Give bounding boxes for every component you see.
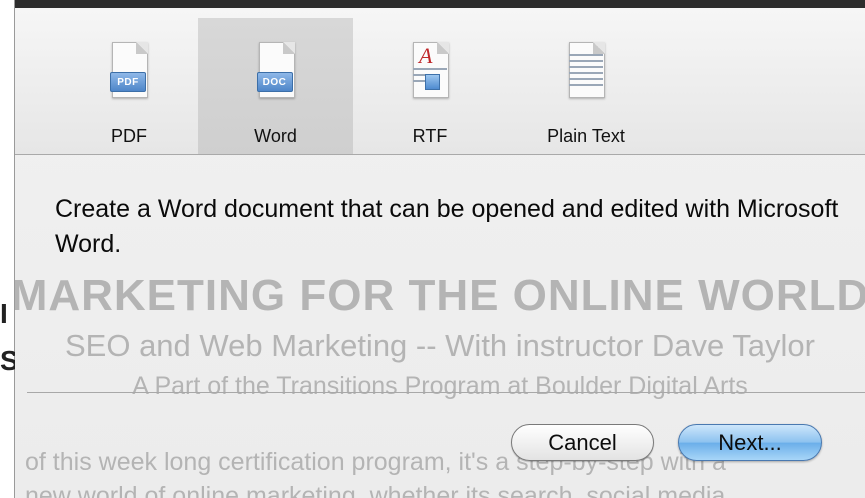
cancel-button[interactable]: Cancel (511, 424, 654, 461)
word-document-icon: DOC (253, 42, 299, 98)
window-top-bar (15, 0, 865, 8)
format-tab-plain-text[interactable]: Plain Text (511, 18, 661, 154)
background-heading: MARKETING FOR THE ONLINE WORLD (15, 271, 865, 320)
rtf-document-icon: A (407, 42, 453, 98)
background-body-text-2: new world of online marketing, whether i… (25, 482, 733, 498)
format-tab-pdf[interactable]: PDF PDF (61, 18, 197, 154)
export-dialog-sheet: MARKETING FOR THE ONLINE WORLD SEO and W… (15, 0, 865, 498)
format-tab-label: Plain Text (547, 126, 625, 146)
pdf-document-icon: PDF (106, 42, 152, 98)
background-document: MARKETING FOR THE ONLINE WORLD SEO and W… (15, 268, 865, 498)
format-tab-label: Word (254, 126, 297, 146)
background-subheading: SEO and Web Marketing -- With instructor… (64, 328, 815, 363)
format-tab-rtf[interactable]: A RTF (370, 18, 490, 154)
button-area-divider (27, 392, 865, 393)
background-page-edge: I S (0, 0, 19, 498)
format-tab-label: PDF (111, 126, 147, 146)
format-tab-label: RTF (412, 126, 448, 146)
format-tab-word[interactable]: DOC Word (198, 18, 353, 154)
next-button[interactable]: Next... (678, 424, 822, 461)
plain-text-document-icon (563, 42, 609, 98)
page-edge-fragment: I (0, 298, 8, 329)
format-description: Create a Word document that can be opene… (55, 195, 839, 258)
background-tagline: A Part of the Transitions Program at Bou… (132, 372, 748, 400)
format-toolbar: PDF PDF DOC Word A RTF Plain Text (15, 8, 865, 155)
